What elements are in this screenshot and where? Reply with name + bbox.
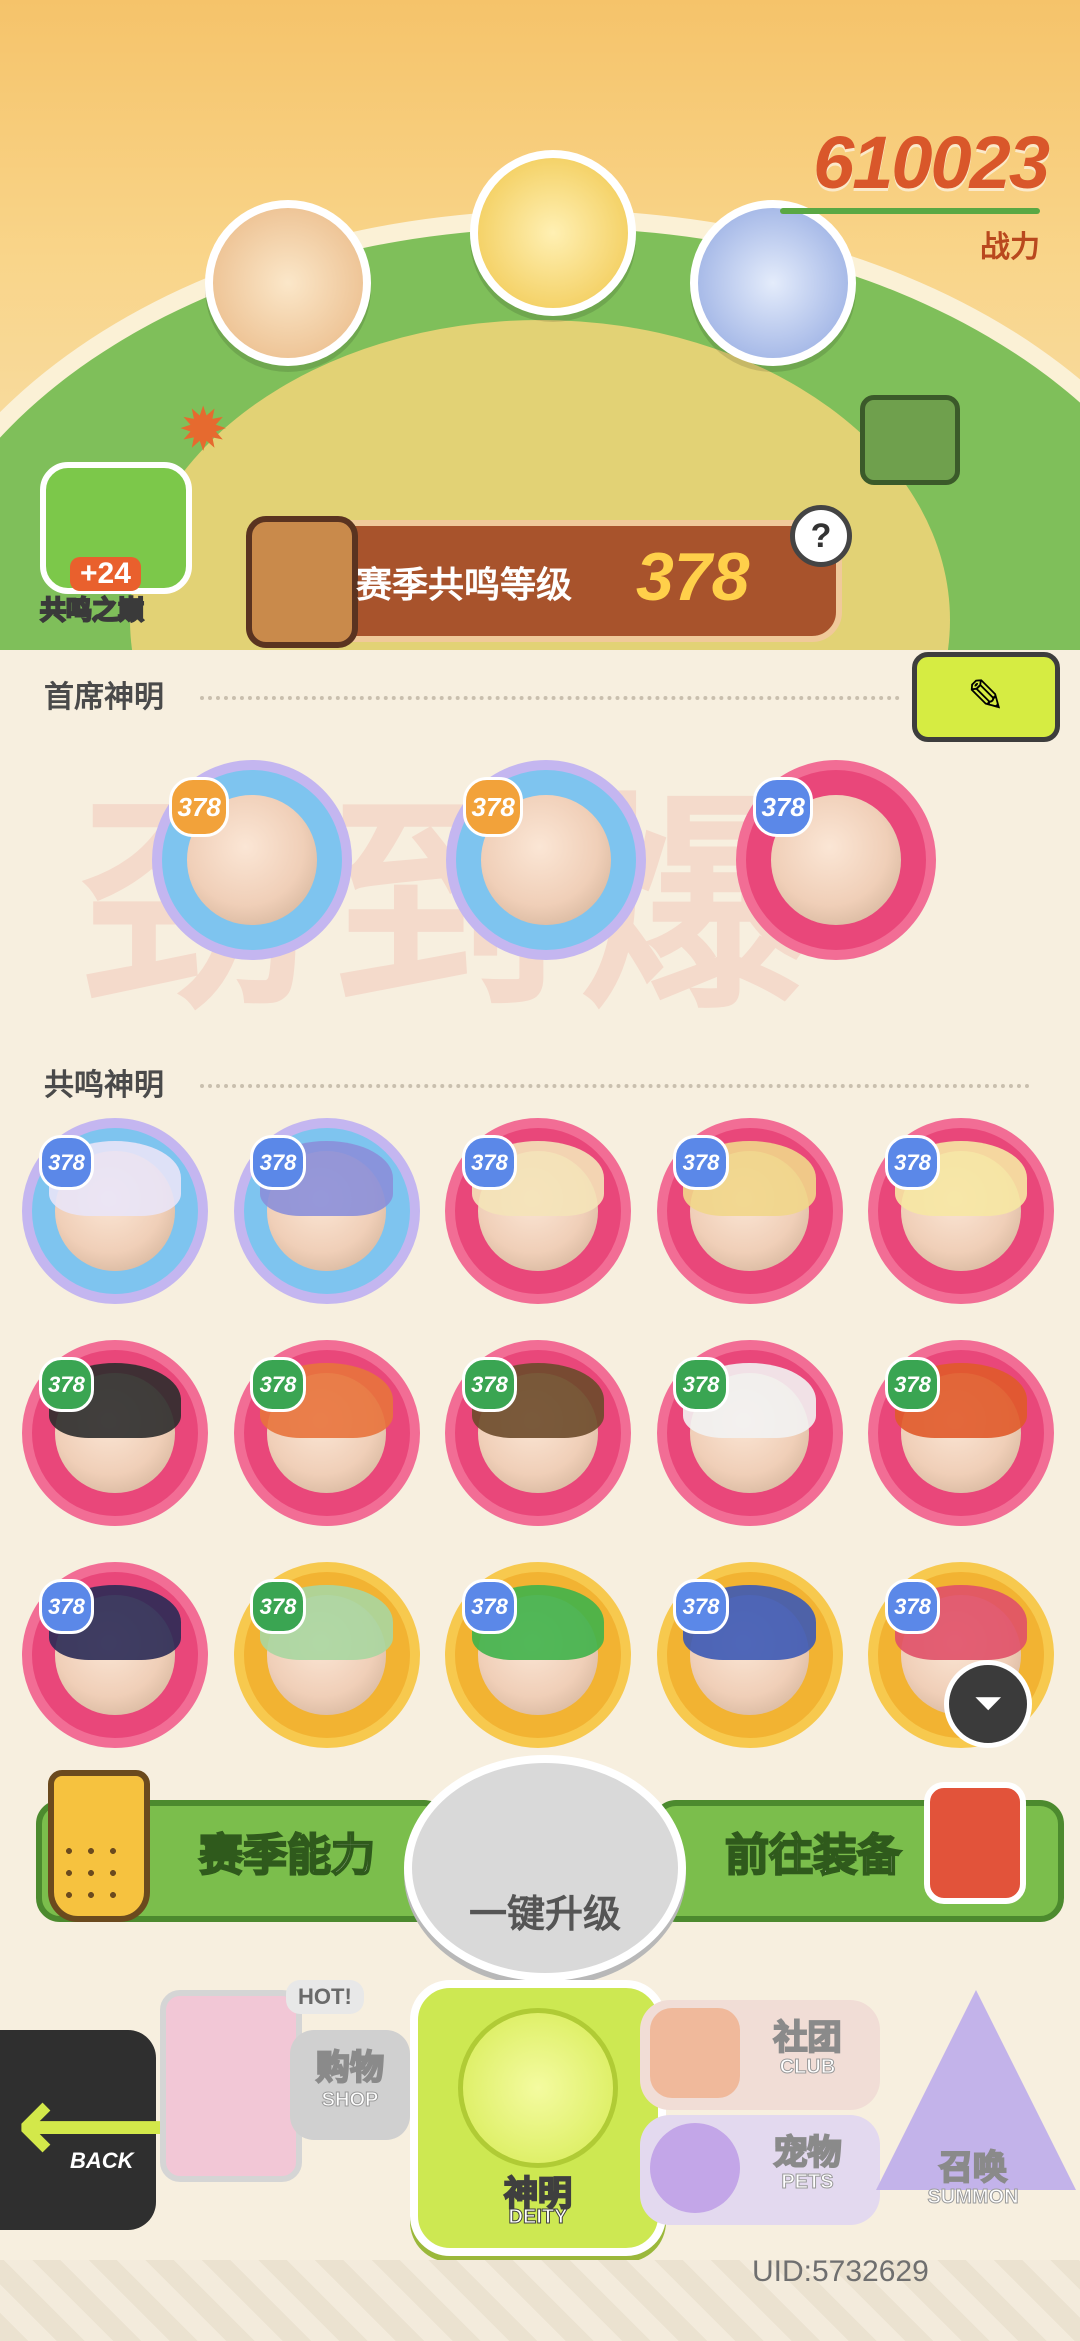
resonance-deity-card[interactable]: 378 xyxy=(868,1340,1054,1526)
deity-chibi-icon xyxy=(458,2008,618,2168)
team-hero-2[interactable] xyxy=(470,150,636,316)
club-label-en: CLUB xyxy=(779,2056,836,2079)
season-resonance-bar: 赛季共鸣等级 378 xyxy=(246,516,842,648)
resonance-deity-card[interactable]: 378 xyxy=(868,1118,1054,1304)
season-resonance-level: 378 xyxy=(636,539,750,615)
deity-level-badge: 378 xyxy=(38,1356,95,1413)
nav-summon[interactable]: 召唤 SUMMON xyxy=(866,1990,1080,2230)
flame-icon: ✹ xyxy=(178,396,229,463)
club-label: 社团 xyxy=(773,2018,843,2058)
resonance-deity-card[interactable]: 378 xyxy=(656,1340,843,1526)
power-divider xyxy=(780,208,1040,214)
deity-level-badge: 378 xyxy=(884,1356,941,1413)
resonance-deity-card[interactable]: 378 xyxy=(22,1562,208,1748)
resonance-divider xyxy=(200,1084,1030,1088)
uid-label: UID:5732629 xyxy=(752,2255,929,2288)
resonance-deity-card[interactable]: 378 xyxy=(445,1562,631,1748)
nav-shop[interactable]: HOT! 购物 SHOP xyxy=(150,1960,410,2182)
deity-level-badge: 378 xyxy=(753,777,814,838)
back-label: BACK xyxy=(70,2148,134,2173)
deity-level-badge: 378 xyxy=(884,1578,941,1635)
help-button[interactable]: ? xyxy=(790,505,852,567)
equipment-icon xyxy=(924,1782,1026,1904)
vending-machine-icon xyxy=(160,1990,302,2182)
deity-level-badge: 378 xyxy=(673,1134,729,1191)
nav-deity[interactable]: 神明 DEITY xyxy=(410,1980,666,2256)
deity-level-badge: 378 xyxy=(673,1356,729,1413)
one-click-upgrade-label: 一键升级 xyxy=(468,1894,621,1936)
pencil-icon: ✎ xyxy=(966,670,1006,722)
deity-level-badge: 378 xyxy=(884,1134,941,1191)
resonance-peak-label: 共鸣之巅 xyxy=(39,594,145,626)
resonance-deity-card[interactable]: 378 xyxy=(22,1118,208,1304)
hot-badge: HOT! xyxy=(286,1980,364,2014)
resonance-deity-card[interactable]: 378 xyxy=(233,1562,420,1748)
filter-icon: ⏷ xyxy=(973,1682,1003,1723)
resonance-deity-card[interactable]: 378 xyxy=(445,1118,631,1304)
deity-level-badge: 378 xyxy=(250,1578,306,1635)
pet-icon xyxy=(650,2123,740,2213)
shop-label-en: SHOP xyxy=(321,2089,379,2112)
shop-label-box: 购物 SHOP xyxy=(290,2030,410,2140)
resonance-deity-card[interactable]: 378 xyxy=(233,1340,420,1526)
season-resonance-label: 赛季共鸣等级 xyxy=(356,564,573,605)
nav-club[interactable]: 社团 CLUB xyxy=(640,2000,880,2110)
deity-level-badge: 378 xyxy=(169,777,230,838)
deity-level-badge: 378 xyxy=(250,1134,306,1191)
filter-button[interactable]: ⏷ xyxy=(944,1660,1032,1748)
deity-level-badge: 378 xyxy=(38,1578,95,1635)
club-bag-icon xyxy=(650,2008,740,2098)
chief-deity-title: 首席神明 xyxy=(44,681,164,714)
chief-deity-card[interactable]: 378 xyxy=(152,760,352,960)
radio-icon[interactable] xyxy=(860,395,960,485)
resonance-deity-card[interactable]: 378 xyxy=(656,1118,843,1304)
deity-level-badge: 378 xyxy=(461,1578,518,1635)
resonance-deity-title: 共鸣神明 xyxy=(44,1069,164,1102)
team-hero-1[interactable] xyxy=(205,200,371,366)
resonance-deity-card[interactable]: 378 xyxy=(445,1340,631,1526)
deity-level-badge: 378 xyxy=(673,1578,729,1635)
resonance-peak-badge[interactable]: +24 共鸣之巅 xyxy=(32,462,192,626)
one-click-upgrade-button[interactable]: 一键升级 xyxy=(404,1755,686,1981)
chief-deity-card[interactable]: 378 xyxy=(736,760,936,960)
deity-label-en: DEITY xyxy=(508,2206,568,2229)
pets-label: 宠物 xyxy=(773,2133,843,2173)
team-hero-3[interactable] xyxy=(690,200,856,366)
power-value: 610023 xyxy=(813,121,1050,204)
chief-deity-card[interactable]: 378 xyxy=(446,760,646,960)
summon-label: 召唤 xyxy=(938,2148,1008,2188)
deity-level-badge: 378 xyxy=(463,777,524,838)
deity-level-badge: 378 xyxy=(461,1356,518,1413)
pets-label-en: PETS xyxy=(781,2171,834,2194)
deity-level-badge: 378 xyxy=(461,1134,518,1191)
bubble-tea-dots xyxy=(58,1840,128,1900)
resonance-deity-card[interactable]: 378 xyxy=(233,1118,420,1304)
edit-team-button[interactable]: ✎ xyxy=(912,652,1060,742)
resonance-deity-card[interactable]: 378 xyxy=(656,1562,843,1748)
back-button[interactable]: ⟵ BACK xyxy=(0,2030,174,2230)
power-label: 战力 xyxy=(980,231,1040,264)
resonance-bonus: +24 xyxy=(70,557,141,591)
resonance-deity-card[interactable]: 378 xyxy=(22,1340,208,1526)
chief-divider xyxy=(200,696,900,700)
deity-level-badge: 378 xyxy=(38,1134,95,1191)
shop-label: 购物 xyxy=(315,2048,385,2088)
barrel-icon xyxy=(246,516,358,648)
nav-pets[interactable]: 宠物 PETS xyxy=(640,2115,880,2225)
deity-level-badge: 378 xyxy=(250,1356,306,1413)
summon-label-en: SUMMON xyxy=(927,2186,1019,2209)
